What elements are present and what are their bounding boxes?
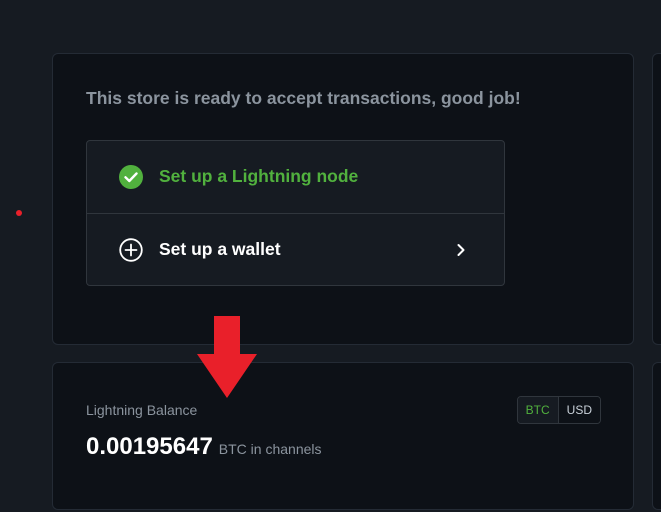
balance-amount: 0.00195647	[86, 433, 213, 460]
setup-card: This store is ready to accept transactio…	[52, 53, 634, 345]
adjacent-card-edge	[652, 53, 661, 345]
step-label: Set up a wallet	[159, 239, 281, 259]
step-label: Set up a Lightning node	[159, 166, 359, 186]
balance-unit: BTC in channels	[218, 441, 322, 457]
check-circle-icon	[119, 165, 143, 189]
adjacent-card-edge	[652, 362, 661, 510]
plus-circle-icon	[119, 238, 143, 262]
currency-btc-button[interactable]: BTC	[517, 397, 558, 423]
setup-heading: This store is ready to accept transactio…	[86, 88, 521, 108]
balance-label: Lightning Balance	[86, 402, 198, 418]
lightning-balance-card: Lightning Balance 0.00195647 BTC in chann…	[52, 362, 634, 510]
dashboard-page: This store is ready to accept transactio…	[0, 0, 661, 512]
setup-steps-list: Set up a Lightning node Set up a wallet	[86, 140, 505, 286]
step-lightning-node[interactable]: Set up a Lightning node	[87, 141, 504, 213]
chevron-right-icon[interactable]	[454, 242, 468, 258]
annotation-dot	[16, 210, 22, 216]
balance-value: 0.00195647 BTC in channels	[86, 433, 322, 461]
currency-usd-button[interactable]: USD	[557, 397, 600, 423]
currency-toggle: BTC USD	[516, 396, 601, 424]
step-wallet[interactable]: Set up a wallet	[87, 213, 504, 285]
annotation-arrow-down-icon	[197, 316, 257, 398]
